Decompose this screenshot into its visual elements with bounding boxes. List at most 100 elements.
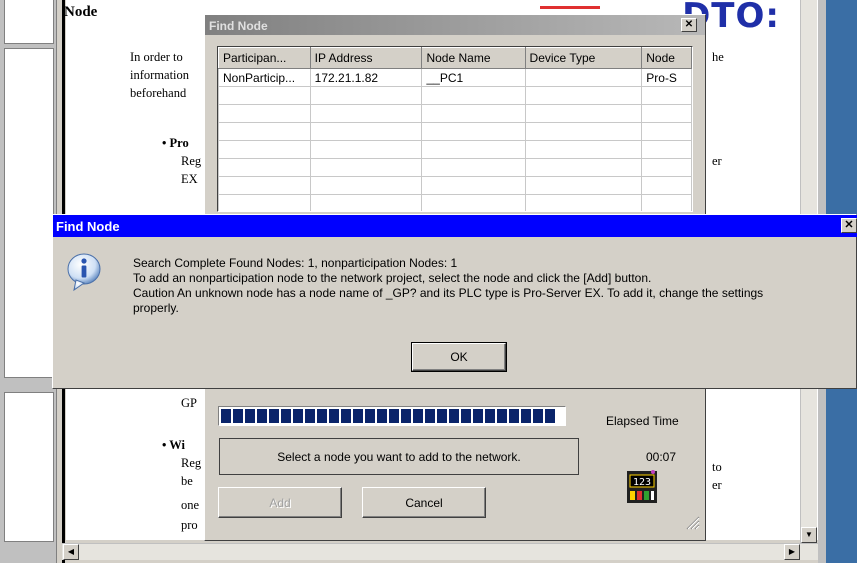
table-row[interactable] xyxy=(218,194,692,211)
help-text-line: to xyxy=(712,460,722,474)
message-line: To add an nonparticipation node to the n… xyxy=(133,271,652,285)
elapsed-time-value: 00:07 xyxy=(646,450,677,464)
table-cell xyxy=(421,122,526,141)
help-horizontal-scrollbar[interactable]: ◀ ▶ xyxy=(62,543,818,560)
table-cell xyxy=(309,194,423,211)
progress-segment xyxy=(305,409,315,423)
column-header[interactable]: Node xyxy=(641,47,692,69)
table-cell xyxy=(309,158,423,177)
progress-segment xyxy=(521,409,531,423)
table-cell xyxy=(641,122,692,141)
progress-segment xyxy=(485,409,495,423)
table-row[interactable] xyxy=(218,140,692,159)
progress-segment xyxy=(449,409,459,423)
progress-segment xyxy=(437,409,447,423)
table-cell xyxy=(421,176,526,195)
node-list-table[interactable]: Participan... IP Address Node Name Device T… xyxy=(217,46,693,212)
progress-segment xyxy=(245,409,255,423)
table-cell xyxy=(218,140,311,159)
table-cell xyxy=(524,104,643,123)
table-cell: __PC1 xyxy=(421,68,526,87)
table-cell xyxy=(641,176,692,195)
progress-segment xyxy=(221,409,231,423)
table-cell xyxy=(309,140,423,159)
table-row[interactable] xyxy=(218,122,692,141)
column-header[interactable]: IP Address xyxy=(309,47,423,69)
help-text-line: Reg xyxy=(181,154,202,168)
table-cell xyxy=(641,104,692,123)
close-icon[interactable]: ✕ xyxy=(841,218,857,233)
table-row[interactable] xyxy=(218,86,692,105)
table-cell xyxy=(421,158,526,177)
table-row[interactable]: NonParticip... 172.21.1.82 __PC1 Pro-S xyxy=(218,68,692,87)
table-cell xyxy=(524,194,643,211)
table-cell xyxy=(218,104,311,123)
cancel-button[interactable]: Cancel xyxy=(362,487,486,518)
progress-segment xyxy=(413,409,423,423)
help-bullet-title: • Pro xyxy=(162,136,189,150)
table-row[interactable] xyxy=(218,158,692,177)
help-bullet-title: • Wi xyxy=(162,438,186,452)
search-progress-bar xyxy=(218,406,566,426)
add-button[interactable]: Add xyxy=(218,487,342,518)
progress-segment xyxy=(281,409,291,423)
scroll-left-arrow-icon[interactable]: ◀ xyxy=(63,544,79,560)
help-nav-panel-middle[interactable] xyxy=(4,48,54,378)
column-header[interactable]: Node Name xyxy=(421,47,526,69)
table-cell xyxy=(524,176,643,195)
column-header[interactable]: Participan... xyxy=(218,47,311,69)
scroll-right-arrow-icon[interactable]: ▶ xyxy=(784,544,800,560)
help-text-line: In order to xyxy=(130,50,183,64)
table-cell xyxy=(524,122,643,141)
table-cell: NonParticip... xyxy=(218,68,311,87)
help-nav-panel-top xyxy=(4,0,54,44)
message-line: Search Complete Found Nodes: 1, nonparti… xyxy=(133,256,458,270)
table-cell xyxy=(421,194,526,211)
table-row[interactable] xyxy=(218,104,692,123)
help-text-line: Reg xyxy=(181,456,202,470)
table-cell xyxy=(218,122,311,141)
help-page-title: Node xyxy=(64,4,98,20)
progress-segment xyxy=(377,409,387,423)
table-cell xyxy=(421,86,526,105)
progress-segment xyxy=(461,409,471,423)
table-cell xyxy=(218,86,311,105)
message-box-title: Find Node xyxy=(53,215,857,237)
help-text-line: pro xyxy=(181,518,198,532)
table-cell xyxy=(641,194,692,211)
progress-segment xyxy=(233,409,243,423)
help-text-line: he xyxy=(712,50,724,64)
resize-grip-icon[interactable] xyxy=(684,514,700,530)
table-cell xyxy=(218,158,311,177)
progress-segment xyxy=(425,409,435,423)
help-text-line: er xyxy=(712,154,722,168)
help-text-line: beforehand xyxy=(130,86,187,100)
help-text-line: er xyxy=(712,478,722,492)
progress-segment xyxy=(473,409,483,423)
scroll-down-arrow-icon[interactable]: ▼ xyxy=(801,527,817,543)
table-cell: 172.21.1.82 xyxy=(309,68,423,87)
table-cell xyxy=(309,104,423,123)
table-cell xyxy=(309,86,423,105)
progress-segment xyxy=(509,409,519,423)
help-nav-panel-bottom[interactable] xyxy=(4,392,54,542)
table-row[interactable] xyxy=(218,176,692,195)
progress-segment xyxy=(389,409,399,423)
table-cell xyxy=(524,140,643,159)
elapsed-time-label: Elapsed Time xyxy=(606,414,679,428)
table-cell: Pro-S xyxy=(641,68,692,87)
message-line: Caution An unknown node has a node name … xyxy=(133,286,764,300)
table-cell xyxy=(218,176,311,195)
table-cell xyxy=(524,68,643,87)
message-line: properly. xyxy=(133,301,179,315)
svg-text:123: 123 xyxy=(633,477,651,488)
ok-button[interactable]: OK xyxy=(411,342,507,372)
table-cell xyxy=(421,140,526,159)
table-cell xyxy=(524,86,643,105)
progress-segment xyxy=(317,409,327,423)
column-header[interactable]: Device Type xyxy=(524,47,643,69)
close-icon[interactable]: ✕ xyxy=(681,18,697,32)
table-cell xyxy=(641,86,692,105)
help-text-line: EX xyxy=(181,172,198,186)
progress-segment xyxy=(269,409,279,423)
